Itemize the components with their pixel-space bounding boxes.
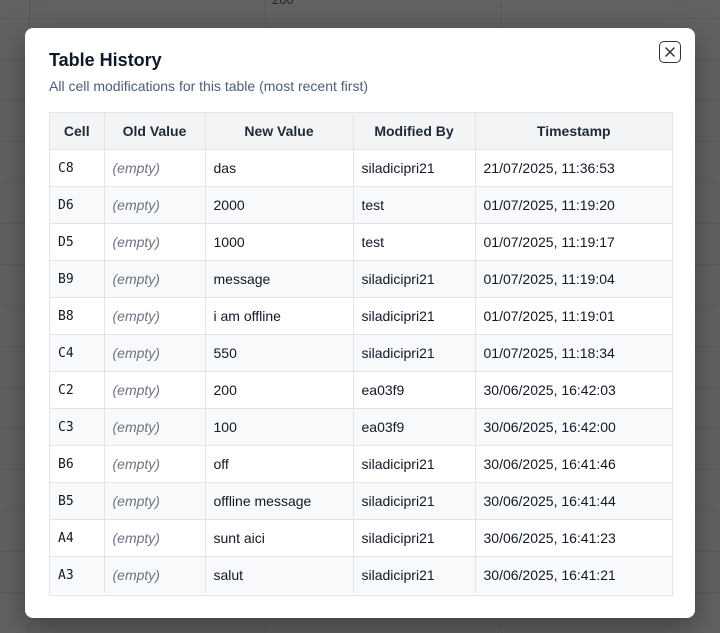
timestamp: 01/07/2025, 11:19:04: [475, 260, 672, 298]
cell-ref: B8: [50, 297, 105, 335]
modified-by: siladicipri21: [353, 556, 476, 593]
modified-by: siladicipri21: [353, 297, 476, 335]
timestamp: 30/06/2025, 16:42:00: [475, 408, 672, 446]
table-row: B6 (empty) off siladicipri21 30/06/2025, 16:…: [50, 445, 672, 483]
table-row: B9 (empty) message siladicipri21 01/07/2025,…: [50, 260, 672, 298]
cell-ref: B9: [50, 260, 105, 298]
new-value: 2000: [205, 186, 354, 224]
timestamp: 30/06/2025, 16:41:21: [475, 556, 672, 593]
timestamp: 30/06/2025, 16:42:03: [475, 371, 672, 409]
old-value: (empty): [104, 260, 206, 298]
new-value: salut: [205, 556, 354, 593]
table-row: B5 (empty) offline message siladicipri21 30/…: [50, 482, 672, 520]
timestamp: 30/06/2025, 16:41:46: [475, 445, 672, 483]
new-value: das: [205, 149, 354, 187]
table-row: D5 (empty) 1000 test 01/07/2025, 11:19:17: [50, 223, 672, 261]
old-value: (empty): [104, 334, 206, 372]
new-value: sunt aici: [205, 519, 354, 557]
cell-ref: C4: [50, 334, 105, 372]
history-table: Cell Old Value New Value Modified By Tim…: [50, 113, 672, 593]
dialog-title: Table History: [49, 50, 162, 70]
cell-ref: C8: [50, 149, 105, 187]
modified-by: ea03f9: [353, 408, 476, 446]
modified-by: ea03f9: [353, 371, 476, 409]
old-value: (empty): [104, 482, 206, 520]
modified-by: siladicipri21: [353, 149, 476, 187]
old-value: (empty): [104, 519, 206, 557]
cell-ref: B6: [50, 445, 105, 483]
timestamp: 01/07/2025, 11:18:34: [475, 334, 672, 372]
new-value: 200: [205, 371, 354, 409]
header-cell: Cell: [50, 113, 105, 150]
history-table-container[interactable]: Cell Old Value New Value Modified By Tim…: [49, 112, 673, 596]
table-row: B8 (empty) i am offline siladicipri21 01/07/…: [50, 297, 672, 335]
close-button[interactable]: [659, 41, 681, 63]
old-value: (empty): [104, 186, 206, 224]
modified-by: test: [353, 223, 476, 261]
table-row: A3 (empty) salut siladicipri21 30/06/2025, 1…: [50, 556, 672, 593]
table-header-row: Cell Old Value New Value Modified By Tim…: [50, 113, 672, 150]
timestamp: 30/06/2025, 16:41:23: [475, 519, 672, 557]
modified-by: siladicipri21: [353, 334, 476, 372]
timestamp: 01/07/2025, 11:19:20: [475, 186, 672, 224]
header-modified-by: Modified By: [353, 113, 476, 150]
cell-ref: A3: [50, 556, 105, 593]
cell-ref: C3: [50, 408, 105, 446]
table-row: D6 (empty) 2000 test 01/07/2025, 11:19:20: [50, 186, 672, 224]
table-row: C4 (empty) 550 siladicipri21 01/07/2025, 11:…: [50, 334, 672, 372]
cell-ref: D5: [50, 223, 105, 261]
old-value: (empty): [104, 445, 206, 483]
new-value: i am offline: [205, 297, 354, 335]
modified-by: siladicipri21: [353, 445, 476, 483]
new-value: 100: [205, 408, 354, 446]
modified-by: siladicipri21: [353, 519, 476, 557]
timestamp: 01/07/2025, 11:19:01: [475, 297, 672, 335]
cell-ref: D6: [50, 186, 105, 224]
cell-ref: B5: [50, 482, 105, 520]
old-value: (empty): [104, 149, 206, 187]
header-timestamp: Timestamp: [475, 113, 672, 150]
table-history-dialog: Table History All cell modifications for…: [25, 28, 695, 618]
new-value: off: [205, 445, 354, 483]
close-icon: [665, 47, 675, 57]
timestamp: 30/06/2025, 16:41:44: [475, 482, 672, 520]
timestamp: 01/07/2025, 11:19:17: [475, 223, 672, 261]
table-row: C2 (empty) 200 ea03f9 30/06/2025, 16:42:03: [50, 371, 672, 409]
header-old-value: Old Value: [104, 113, 206, 150]
modified-by: test: [353, 186, 476, 224]
new-value: 550: [205, 334, 354, 372]
table-row: A4 (empty) sunt aici siladicipri21 30/06/202…: [50, 519, 672, 557]
modified-by: siladicipri21: [353, 482, 476, 520]
old-value: (empty): [104, 371, 206, 409]
dialog-subtitle: All cell modifications for this table (m…: [49, 78, 368, 94]
old-value: (empty): [104, 223, 206, 261]
old-value: (empty): [104, 297, 206, 335]
timestamp: 21/07/2025, 11:36:53: [475, 149, 672, 187]
new-value: 1000: [205, 223, 354, 261]
table-row: C8 (empty) das siladicipri21 21/07/2025, 11:…: [50, 149, 672, 187]
cell-ref: C2: [50, 371, 105, 409]
old-value: (empty): [104, 408, 206, 446]
table-row: C3 (empty) 100 ea03f9 30/06/2025, 16:42:00: [50, 408, 672, 446]
cell-ref: A4: [50, 519, 105, 557]
new-value: message: [205, 260, 354, 298]
new-value: offline message: [205, 482, 354, 520]
header-new-value: New Value: [205, 113, 354, 150]
modified-by: siladicipri21: [353, 260, 476, 298]
old-value: (empty): [104, 556, 206, 593]
